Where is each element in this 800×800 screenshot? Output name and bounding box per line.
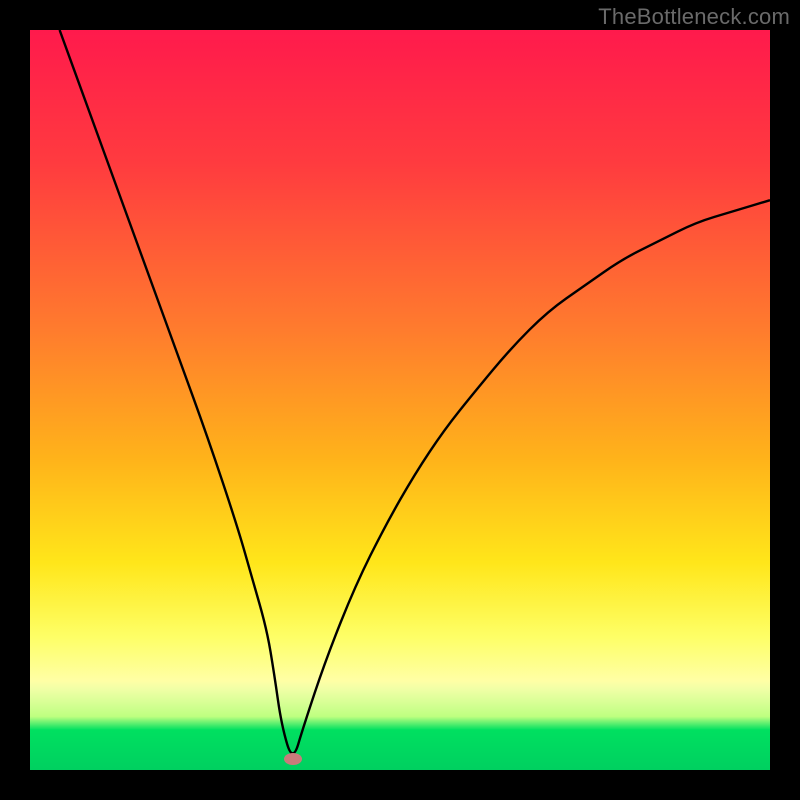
watermark-text: TheBottleneck.com	[598, 4, 790, 30]
plot-area	[30, 30, 770, 770]
chart-frame: TheBottleneck.com	[0, 0, 800, 800]
bottleneck-curve	[60, 30, 770, 753]
curve-svg	[30, 30, 770, 770]
optimal-marker	[284, 753, 302, 765]
